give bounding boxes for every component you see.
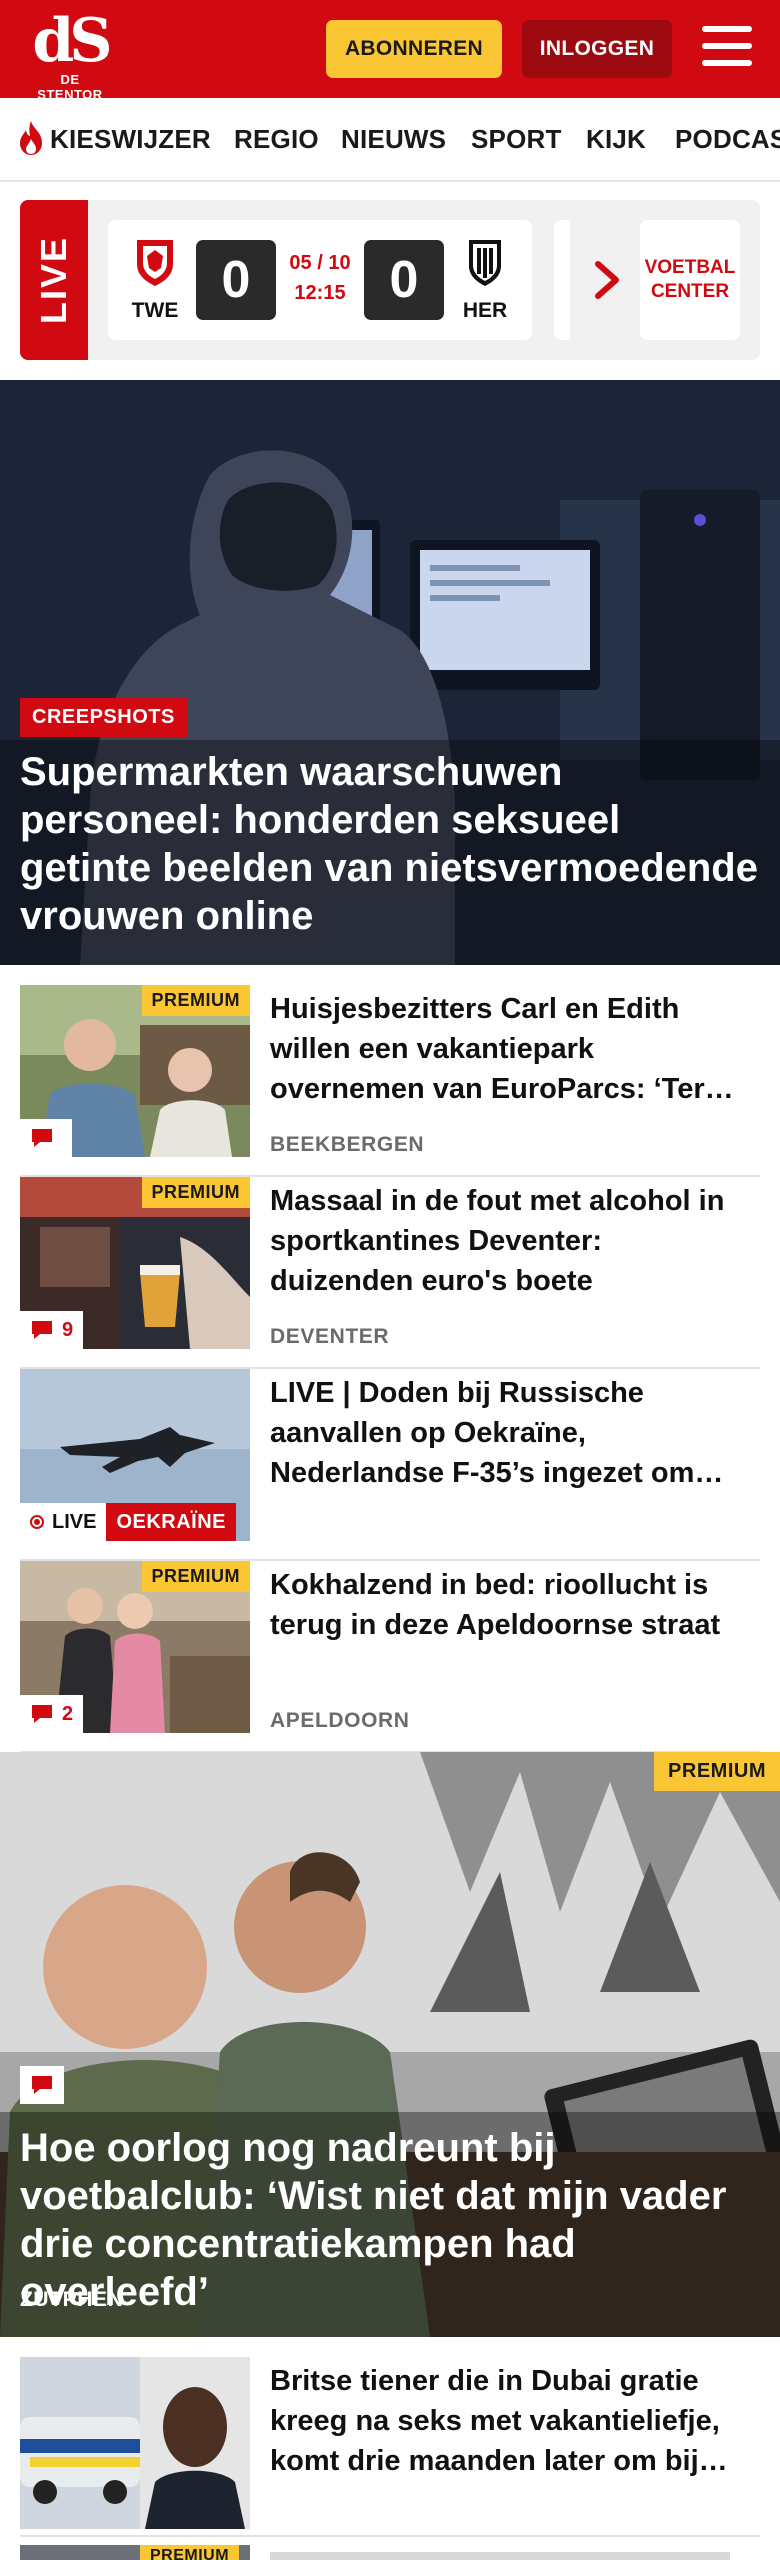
voetbal-center-link[interactable]: VOETBAL CENTER	[640, 220, 740, 340]
article-title[interactable]: Kokhalzend in bed: rioollucht is terug i…	[270, 1565, 750, 1645]
feature-title[interactable]: Hoe oorlog nog nadreunt bij voetbalclub:…	[20, 2124, 760, 2316]
premium-badge: PREMIUM	[141, 985, 250, 1016]
hamburger-icon[interactable]	[700, 26, 754, 72]
nav-item-kijk[interactable]: KIJK	[586, 124, 646, 155]
match-time: 05 / 10 12:15	[278, 248, 362, 308]
list-item[interactable]: PREMIUM 9 Massaal in de fout met alcohol…	[20, 1177, 760, 1369]
article-title[interactable]: Huisjesbezitters Carl en Edith willen ee…	[270, 989, 750, 1109]
article-title[interactable]: LIVE | Doden bij Russische aanvallen op …	[270, 1373, 750, 1493]
article-location: APELDOORN	[270, 1709, 410, 1732]
chevron-right-icon[interactable]	[592, 258, 622, 302]
article-thumbnail	[20, 2357, 250, 2529]
article-title[interactable]: Massaal in de fout met alcohol in sportk…	[270, 1181, 750, 1301]
nav-item-podcast[interactable]: PODCAS	[675, 124, 780, 155]
nav-item-kieswijzer[interactable]: KIESWIJZER	[50, 124, 211, 155]
home-team-name: TWE	[131, 299, 179, 322]
list-item[interactable]: PREMIUM Huisjesbezitters Carl en Edith w…	[20, 985, 760, 1177]
match-date: 05 / 10	[289, 252, 351, 274]
next-match-card[interactable]	[554, 220, 570, 340]
article-thumbnail: PREMIUM 2	[20, 1561, 250, 1733]
hero-title[interactable]: Supermarkten waarschuwen personeel: hond…	[20, 748, 760, 940]
match-card[interactable]: TWE 0 05 / 10 12:15 0 HER	[108, 220, 532, 340]
list-item[interactable]: Britse tiener die in Dubai gratie kreeg …	[20, 2357, 760, 2537]
live-label: LIVE	[20, 200, 88, 360]
home-team: TWE	[120, 236, 190, 323]
nav-item-sport[interactable]: SPORT	[471, 124, 562, 155]
comment-icon	[32, 1705, 52, 1723]
comment-count[interactable]: 2	[20, 1695, 84, 1733]
article-thumbnail: LIVE OEKRAÏNE	[20, 1369, 250, 1541]
comment-count[interactable]	[20, 2066, 64, 2104]
article-location: BEEKBERGEN	[270, 1133, 425, 1156]
live-badge-label: LIVE	[52, 1510, 97, 1533]
category-badge[interactable]: OEKRAÏNE	[106, 1503, 237, 1541]
comment-number: 9	[62, 1318, 74, 1341]
heracles-crest-icon	[469, 240, 501, 286]
away-team-name: HER	[462, 299, 508, 322]
subscribe-button[interactable]: ABONNEREN	[326, 20, 502, 78]
premium-badge: PREMIUM	[140, 2545, 240, 2560]
hero-article[interactable]: CREEPSHOTS Supermarkten waarschuwen pers…	[0, 380, 780, 965]
main-nav: KIESWIJZER REGIO NIEUWS SPORT KIJK PODCA…	[0, 98, 780, 182]
premium-badge: PREMIUM	[141, 1177, 250, 1208]
home-score: 0	[196, 240, 276, 320]
login-button[interactable]: INLOGGEN	[522, 20, 672, 78]
comment-count[interactable]: 9	[20, 1311, 84, 1349]
feature-article[interactable]: PREMIUM Hoe oorlog nog nadreunt bij voet…	[0, 1752, 780, 2337]
feature-location: ZUTPHEN	[20, 2288, 124, 2311]
nav-item-regio[interactable]: REGIO	[234, 124, 319, 155]
list-item[interactable]: PREMIUM 2 Kokhalzend in bed: rioollucht …	[20, 1561, 760, 1753]
comment-count[interactable]	[20, 1119, 72, 1157]
away-score: 0	[364, 240, 444, 320]
nav-item-nieuws[interactable]: NIEUWS	[341, 124, 446, 155]
live-dot-icon	[30, 1515, 44, 1529]
live-badge: LIVE OEKRAÏNE	[20, 1503, 237, 1541]
list-item[interactable]: LIVE OEKRAÏNE LIVE | Doden bij Russische…	[20, 1369, 760, 1561]
article-thumbnail: PREMIUM	[20, 985, 250, 1157]
logo-mark: dS	[32, 6, 112, 76]
article-title[interactable]: Britse tiener die in Dubai gratie kreeg …	[270, 2361, 750, 2481]
article-location: DEVENTER	[270, 1325, 390, 1348]
article-thumbnail: PREMIUM 9	[20, 1177, 250, 1349]
next-article-title-peek	[270, 2552, 730, 2560]
comment-icon	[32, 2076, 52, 2094]
comment-icon	[32, 1321, 52, 1339]
twente-crest-icon	[137, 240, 173, 286]
live-scoreboard: LIVE TWE 0 05 / 10 12:15 0 HER VOETBAL C…	[20, 200, 760, 360]
premium-badge: PREMIUM	[654, 1752, 780, 1791]
site-header: dS DE STENTOR ABONNEREN INLOGGEN	[0, 0, 780, 102]
comment-number: 2	[62, 1702, 74, 1725]
comment-icon	[32, 1129, 52, 1147]
match-kickoff: 12:15	[294, 282, 346, 304]
next-article-thumbnail: PREMIUM	[20, 2545, 250, 2560]
flame-icon	[20, 121, 42, 155]
site-logo[interactable]: dS DE STENTOR	[28, 6, 112, 102]
away-team: HER	[450, 236, 520, 323]
hero-tag[interactable]: CREEPSHOTS	[20, 698, 187, 737]
premium-badge: PREMIUM	[141, 1561, 250, 1592]
